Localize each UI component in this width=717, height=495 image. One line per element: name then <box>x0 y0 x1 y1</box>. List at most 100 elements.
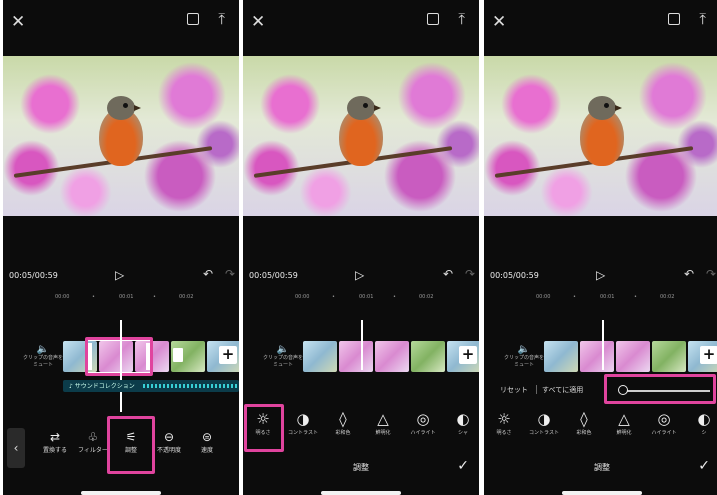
highlight-adjust-tool <box>107 416 155 474</box>
clip-thumbnail[interactable] <box>411 341 445 372</box>
bird-head <box>347 96 375 120</box>
playback-row: 00:05/00:59 ▷ ↶ ↷ <box>243 266 479 286</box>
fullscreen-icon[interactable] <box>427 13 439 25</box>
adjust-highlight[interactable]: ◎ ハイライト <box>403 408 443 437</box>
ruler-tick: • <box>153 294 156 300</box>
add-clip-button[interactable]: + <box>459 346 477 364</box>
playhead[interactable] <box>602 320 604 370</box>
apply-all-button[interactable]: すべてに適用 <box>542 385 583 395</box>
highlight-icon: ◎ <box>657 410 671 428</box>
clip-strip[interactable] <box>303 341 479 372</box>
audio-track-label: ♪ サウンドコレクション <box>69 383 135 390</box>
video-preview <box>243 56 479 216</box>
ruler-tick: 00:01 <box>600 294 615 300</box>
audio-track[interactable]: ♪ サウンドコレクション <box>63 380 239 392</box>
play-icon[interactable]: ▷ <box>355 268 364 282</box>
undo-icon[interactable]: ↶ <box>443 267 453 281</box>
ruler-tick: • <box>634 294 637 300</box>
adjust-highlight[interactable]: ◎ ハイライト <box>644 408 684 437</box>
bird-head <box>107 96 135 120</box>
transition-marker[interactable] <box>173 348 183 362</box>
check-icon[interactable]: ✓ <box>457 458 469 474</box>
clip-thumbnail[interactable] <box>616 341 650 372</box>
sun-icon: ☼ <box>497 410 511 428</box>
highlight-icon: ◎ <box>416 410 430 428</box>
adjust-sharpen[interactable]: △ 鮮明化 <box>363 408 403 437</box>
replace-icon: ⇄ <box>49 430 61 444</box>
tool-replace[interactable]: ⇄ 置換する <box>35 428 75 455</box>
bird-head <box>588 96 616 120</box>
ruler-tick: • <box>332 294 335 300</box>
shadow-icon: ◐ <box>697 410 711 428</box>
playback-row: 00:05/00:59 ▷ ↶ ↷ <box>3 266 239 286</box>
tool-speed[interactable]: ⊜ 速度 <box>187 428 227 455</box>
export-icon[interactable]: ⤒ <box>458 10 465 28</box>
adjust-contrast[interactable]: ◑ コントラスト <box>283 408 323 437</box>
ruler-tick: 00:02 <box>179 294 194 300</box>
adjust-brightness[interactable]: ☼ 明るさ <box>484 408 524 437</box>
play-icon[interactable]: ▷ <box>115 268 124 282</box>
time-counter: 00:05/00:59 <box>490 271 539 280</box>
play-icon[interactable]: ▷ <box>596 268 605 282</box>
bird-beak <box>134 105 141 111</box>
speaker-icon: 🔈 <box>517 344 531 355</box>
mute-clip-audio[interactable]: 🔈 クリップの音声をミュート <box>504 344 544 369</box>
adjust-label: 彩和色 <box>576 430 592 436</box>
highlight-selected-clip <box>85 337 153 376</box>
fullscreen-icon[interactable] <box>668 13 680 25</box>
top-bar: ✕ ⤒ <box>484 0 717 52</box>
clip-thumbnail[interactable] <box>544 341 578 372</box>
playhead[interactable] <box>361 320 363 370</box>
playhead[interactable] <box>120 320 122 412</box>
fullscreen-icon[interactable] <box>187 13 199 25</box>
undo-icon[interactable]: ↶ <box>684 267 694 281</box>
close-icon[interactable]: ✕ <box>492 12 506 32</box>
bird-eye <box>123 103 128 108</box>
clip-thumbnail[interactable] <box>303 341 337 372</box>
time-counter: 00:05/00:59 <box>249 271 298 280</box>
close-icon[interactable]: ✕ <box>251 12 265 32</box>
clip-thumbnail[interactable] <box>580 341 614 372</box>
redo-icon[interactable]: ↷ <box>225 267 235 281</box>
mute-label: クリップの音声をミュート <box>263 355 304 368</box>
export-icon[interactable]: ⤒ <box>218 10 225 28</box>
adjust-contrast[interactable]: ◑ コントラスト <box>524 408 564 437</box>
close-icon[interactable]: ✕ <box>11 12 25 32</box>
export-icon[interactable]: ⤒ <box>699 10 706 28</box>
mute-label: クリップの音声をミュート <box>504 355 545 368</box>
adjust-shadow[interactable]: ◐ シ <box>684 408 717 437</box>
adjust-sharpen[interactable]: △ 鮮明化 <box>604 408 644 437</box>
tool-label: 置換する <box>42 447 67 454</box>
ruler-tick: 00:01 <box>359 294 374 300</box>
ruler-tick: 00:00 <box>295 294 310 300</box>
phone-screen-brightness-slider: ✕ ⤒ 00:05/00:59 ▷ ↶ ↷ 00:00 • 00:01 • 00… <box>484 0 717 495</box>
adjust-label: 鮮明化 <box>375 430 391 436</box>
home-indicator <box>81 491 161 495</box>
add-clip-button[interactable]: + <box>700 346 717 364</box>
undo-icon[interactable]: ↶ <box>203 267 213 281</box>
reset-button[interactable]: リセット <box>500 385 528 395</box>
mute-clip-audio[interactable]: 🔈 クリップの音声をミュート <box>23 344 63 369</box>
adjust-label: シャ <box>457 430 468 436</box>
adjust-saturation[interactable]: ◊ 彩和色 <box>564 408 604 437</box>
top-bar: ✕ ⤒ <box>3 0 239 52</box>
adjust-saturation[interactable]: ◊ 彩和色 <box>323 408 363 437</box>
redo-icon[interactable]: ↷ <box>706 267 716 281</box>
add-clip-button[interactable]: + <box>219 346 237 364</box>
clip-thumbnail[interactable] <box>339 341 373 372</box>
back-button[interactable]: ‹ <box>7 428 25 468</box>
clip-thumbnail[interactable] <box>652 341 686 372</box>
check-icon[interactable]: ✓ <box>698 458 710 474</box>
redo-icon[interactable]: ↷ <box>465 267 475 281</box>
drop-icon: ◊ <box>339 410 347 428</box>
adjust-shadow[interactable]: ◐ シャ <box>443 408 479 437</box>
mute-clip-audio[interactable]: 🔈 クリップの音声をミュート <box>263 344 303 369</box>
clip-thumbnail[interactable] <box>375 341 409 372</box>
adjust-options: ☼ 明るさ ◑ コントラスト ◊ 彩和色 △ 鮮明化 ◎ ハイライト ◐ シ <box>484 408 717 452</box>
triangle-icon: △ <box>377 410 389 428</box>
clip-strip[interactable] <box>544 341 717 372</box>
panel-title: 調整 <box>353 463 369 472</box>
audio-waveform <box>143 384 239 388</box>
panel-title: 調整 <box>594 463 610 472</box>
tool-opacity[interactable]: ⊖ 不透明度 <box>149 428 189 455</box>
